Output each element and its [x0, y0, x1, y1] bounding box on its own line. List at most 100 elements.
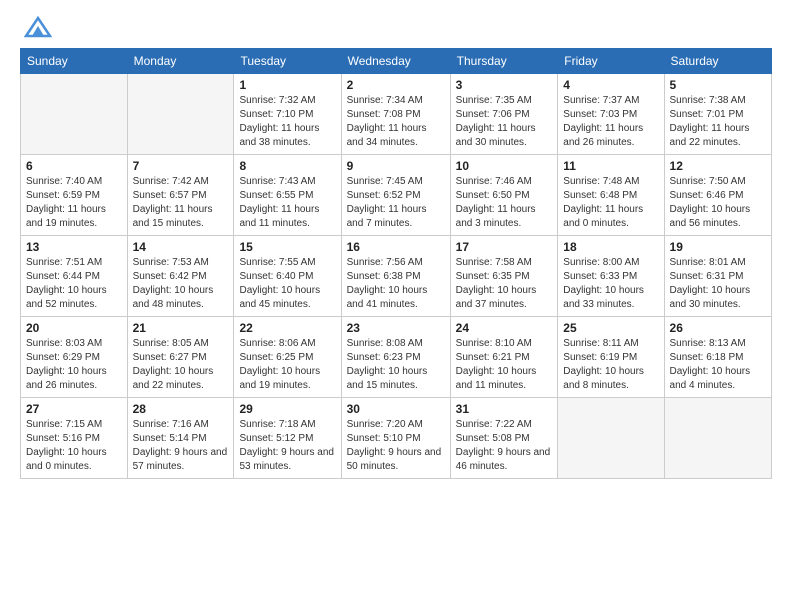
day-info: Sunrise: 7:55 AM Sunset: 6:40 PM Dayligh… [239, 256, 335, 312]
weekday-header-thursday: Thursday [450, 49, 558, 74]
day-info: Sunrise: 7:43 AM Sunset: 6:55 PM Dayligh… [239, 175, 335, 231]
day-info: Sunrise: 7:51 AM Sunset: 6:44 PM Dayligh… [26, 256, 122, 312]
day-number: 2 [347, 78, 445, 92]
weekday-header-sunday: Sunday [21, 49, 128, 74]
calendar-cell: 12 Sunrise: 7:50 AM Sunset: 6:46 PM Dayli… [664, 155, 771, 236]
day-info: Sunrise: 8:13 AM Sunset: 6:18 PM Dayligh… [670, 337, 766, 393]
day-number: 9 [347, 159, 445, 173]
calendar-cell: 5Sunrise: 7:38 AM Sunset: 7:01 PM Daylig… [664, 74, 771, 155]
day-number: 29 [239, 402, 335, 416]
weekday-header-row: SundayMondayTuesdayWednesdayThursdayFrid… [21, 49, 772, 74]
calendar-cell: 3 Sunrise: 7:35 AM Sunset: 7:06 PM Daylig… [450, 74, 558, 155]
calendar-cell [21, 74, 128, 155]
day-number: 21 [133, 321, 229, 335]
day-info: Sunrise: 7:18 AM Sunset: 5:12 PM Dayligh… [239, 418, 335, 474]
day-number: 12 [670, 159, 766, 173]
day-number: 6 [26, 159, 122, 173]
calendar-cell: 22 Sunrise: 8:06 AM Sunset: 6:25 PM Dayli… [234, 317, 341, 398]
day-info: Sunrise: 7:56 AM Sunset: 6:38 PM Dayligh… [347, 256, 445, 312]
header [20, 16, 772, 38]
day-number: 23 [347, 321, 445, 335]
day-number: 16 [347, 240, 445, 254]
page: SundayMondayTuesdayWednesdayThursdayFrid… [0, 0, 792, 612]
weekday-header-friday: Friday [558, 49, 664, 74]
calendar-cell: 21 Sunrise: 8:05 AM Sunset: 6:27 PM Dayli… [127, 317, 234, 398]
day-number: 3 [456, 78, 553, 92]
day-info: Sunrise: 7:40 AM Sunset: 6:59 PM Dayligh… [26, 175, 122, 231]
day-info: Sunrise: 8:08 AM Sunset: 6:23 PM Dayligh… [347, 337, 445, 393]
day-number: 7 [133, 159, 229, 173]
calendar-cell: 11Sunrise: 7:48 AM Sunset: 6:48 PM Dayli… [558, 155, 664, 236]
day-number: 18 [563, 240, 658, 254]
day-info: Sunrise: 8:03 AM Sunset: 6:29 PM Dayligh… [26, 337, 122, 393]
day-info: Sunrise: 7:50 AM Sunset: 6:46 PM Dayligh… [670, 175, 766, 231]
day-info: Sunrise: 7:48 AM Sunset: 6:48 PM Dayligh… [563, 175, 658, 231]
day-number: 26 [670, 321, 766, 335]
day-info: Sunrise: 7:42 AM Sunset: 6:57 PM Dayligh… [133, 175, 229, 231]
calendar-cell: 6 Sunrise: 7:40 AM Sunset: 6:59 PM Daylig… [21, 155, 128, 236]
day-info: Sunrise: 7:38 AM Sunset: 7:01 PM Dayligh… [670, 94, 766, 150]
day-info: Sunrise: 7:37 AM Sunset: 7:03 PM Dayligh… [563, 94, 658, 150]
day-info: Sunrise: 7:22 AM Sunset: 5:08 PM Dayligh… [456, 418, 553, 474]
day-number: 27 [26, 402, 122, 416]
day-number: 10 [456, 159, 553, 173]
calendar-cell: 18 Sunrise: 8:00 AM Sunset: 6:33 PM Dayli… [558, 236, 664, 317]
weekday-header-tuesday: Tuesday [234, 49, 341, 74]
day-info: Sunrise: 8:06 AM Sunset: 6:25 PM Dayligh… [239, 337, 335, 393]
day-info: Sunrise: 7:58 AM Sunset: 6:35 PM Dayligh… [456, 256, 553, 312]
calendar-cell: 8 Sunrise: 7:43 AM Sunset: 6:55 PM Daylig… [234, 155, 341, 236]
day-number: 20 [26, 321, 122, 335]
day-info: Sunrise: 8:10 AM Sunset: 6:21 PM Dayligh… [456, 337, 553, 393]
calendar-table: SundayMondayTuesdayWednesdayThursdayFrid… [20, 48, 772, 479]
calendar-cell: 15Sunrise: 7:55 AM Sunset: 6:40 PM Dayli… [234, 236, 341, 317]
weekday-header-saturday: Saturday [664, 49, 771, 74]
calendar-cell: 20 Sunrise: 8:03 AM Sunset: 6:29 PM Dayli… [21, 317, 128, 398]
week-row-2: 6 Sunrise: 7:40 AM Sunset: 6:59 PM Daylig… [21, 155, 772, 236]
day-number: 8 [239, 159, 335, 173]
day-number: 14 [133, 240, 229, 254]
calendar-cell: 1 Sunrise: 7:32 AM Sunset: 7:10 PM Daylig… [234, 74, 341, 155]
day-info: Sunrise: 8:01 AM Sunset: 6:31 PM Dayligh… [670, 256, 766, 312]
calendar-cell: 9 Sunrise: 7:45 AM Sunset: 6:52 PM Daylig… [341, 155, 450, 236]
calendar-cell: 26 Sunrise: 8:13 AM Sunset: 6:18 PM Dayli… [664, 317, 771, 398]
day-info: Sunrise: 7:34 AM Sunset: 7:08 PM Dayligh… [347, 94, 445, 150]
calendar-cell: 2 Sunrise: 7:34 AM Sunset: 7:08 PM Daylig… [341, 74, 450, 155]
day-info: Sunrise: 8:05 AM Sunset: 6:27 PM Dayligh… [133, 337, 229, 393]
calendar-cell: 7 Sunrise: 7:42 AM Sunset: 6:57 PM Daylig… [127, 155, 234, 236]
day-info: Sunrise: 7:35 AM Sunset: 7:06 PM Dayligh… [456, 94, 553, 150]
weekday-header-monday: Monday [127, 49, 234, 74]
day-number: 30 [347, 402, 445, 416]
day-number: 17 [456, 240, 553, 254]
day-number: 28 [133, 402, 229, 416]
day-number: 1 [239, 78, 335, 92]
calendar-cell: 27 Sunrise: 7:15 AM Sunset: 5:16 PM Dayli… [21, 398, 128, 479]
calendar-cell: 30 Sunrise: 7:20 AM Sunset: 5:10 PM Dayli… [341, 398, 450, 479]
calendar-cell: 28Sunrise: 7:16 AM Sunset: 5:14 PM Dayli… [127, 398, 234, 479]
calendar-cell: 4 Sunrise: 7:37 AM Sunset: 7:03 PM Daylig… [558, 74, 664, 155]
day-number: 31 [456, 402, 553, 416]
day-info: Sunrise: 7:20 AM Sunset: 5:10 PM Dayligh… [347, 418, 445, 474]
day-info: Sunrise: 8:00 AM Sunset: 6:33 PM Dayligh… [563, 256, 658, 312]
day-info: Sunrise: 7:46 AM Sunset: 6:50 PM Dayligh… [456, 175, 553, 231]
calendar-cell: 24 Sunrise: 8:10 AM Sunset: 6:21 PM Dayli… [450, 317, 558, 398]
day-info: Sunrise: 7:32 AM Sunset: 7:10 PM Dayligh… [239, 94, 335, 150]
calendar-cell: 14Sunrise: 7:53 AM Sunset: 6:42 PM Dayli… [127, 236, 234, 317]
calendar-cell: 16 Sunrise: 7:56 AM Sunset: 6:38 PM Dayli… [341, 236, 450, 317]
week-row-1: 1 Sunrise: 7:32 AM Sunset: 7:10 PM Daylig… [21, 74, 772, 155]
calendar-cell: 10 Sunrise: 7:46 AM Sunset: 6:50 PM Dayli… [450, 155, 558, 236]
day-number: 19 [670, 240, 766, 254]
day-number: 25 [563, 321, 658, 335]
calendar-cell [558, 398, 664, 479]
logo-icon [24, 16, 52, 38]
calendar-cell [127, 74, 234, 155]
day-number: 24 [456, 321, 553, 335]
calendar-cell: 23 Sunrise: 8:08 AM Sunset: 6:23 PM Dayli… [341, 317, 450, 398]
calendar-cell [664, 398, 771, 479]
day-info: Sunrise: 7:45 AM Sunset: 6:52 PM Dayligh… [347, 175, 445, 231]
day-number: 22 [239, 321, 335, 335]
day-info: Sunrise: 7:15 AM Sunset: 5:16 PM Dayligh… [26, 418, 122, 474]
day-number: 13 [26, 240, 122, 254]
day-number: 4 [563, 78, 658, 92]
calendar-cell: 13 Sunrise: 7:51 AM Sunset: 6:44 PM Dayli… [21, 236, 128, 317]
weekday-header-wednesday: Wednesday [341, 49, 450, 74]
